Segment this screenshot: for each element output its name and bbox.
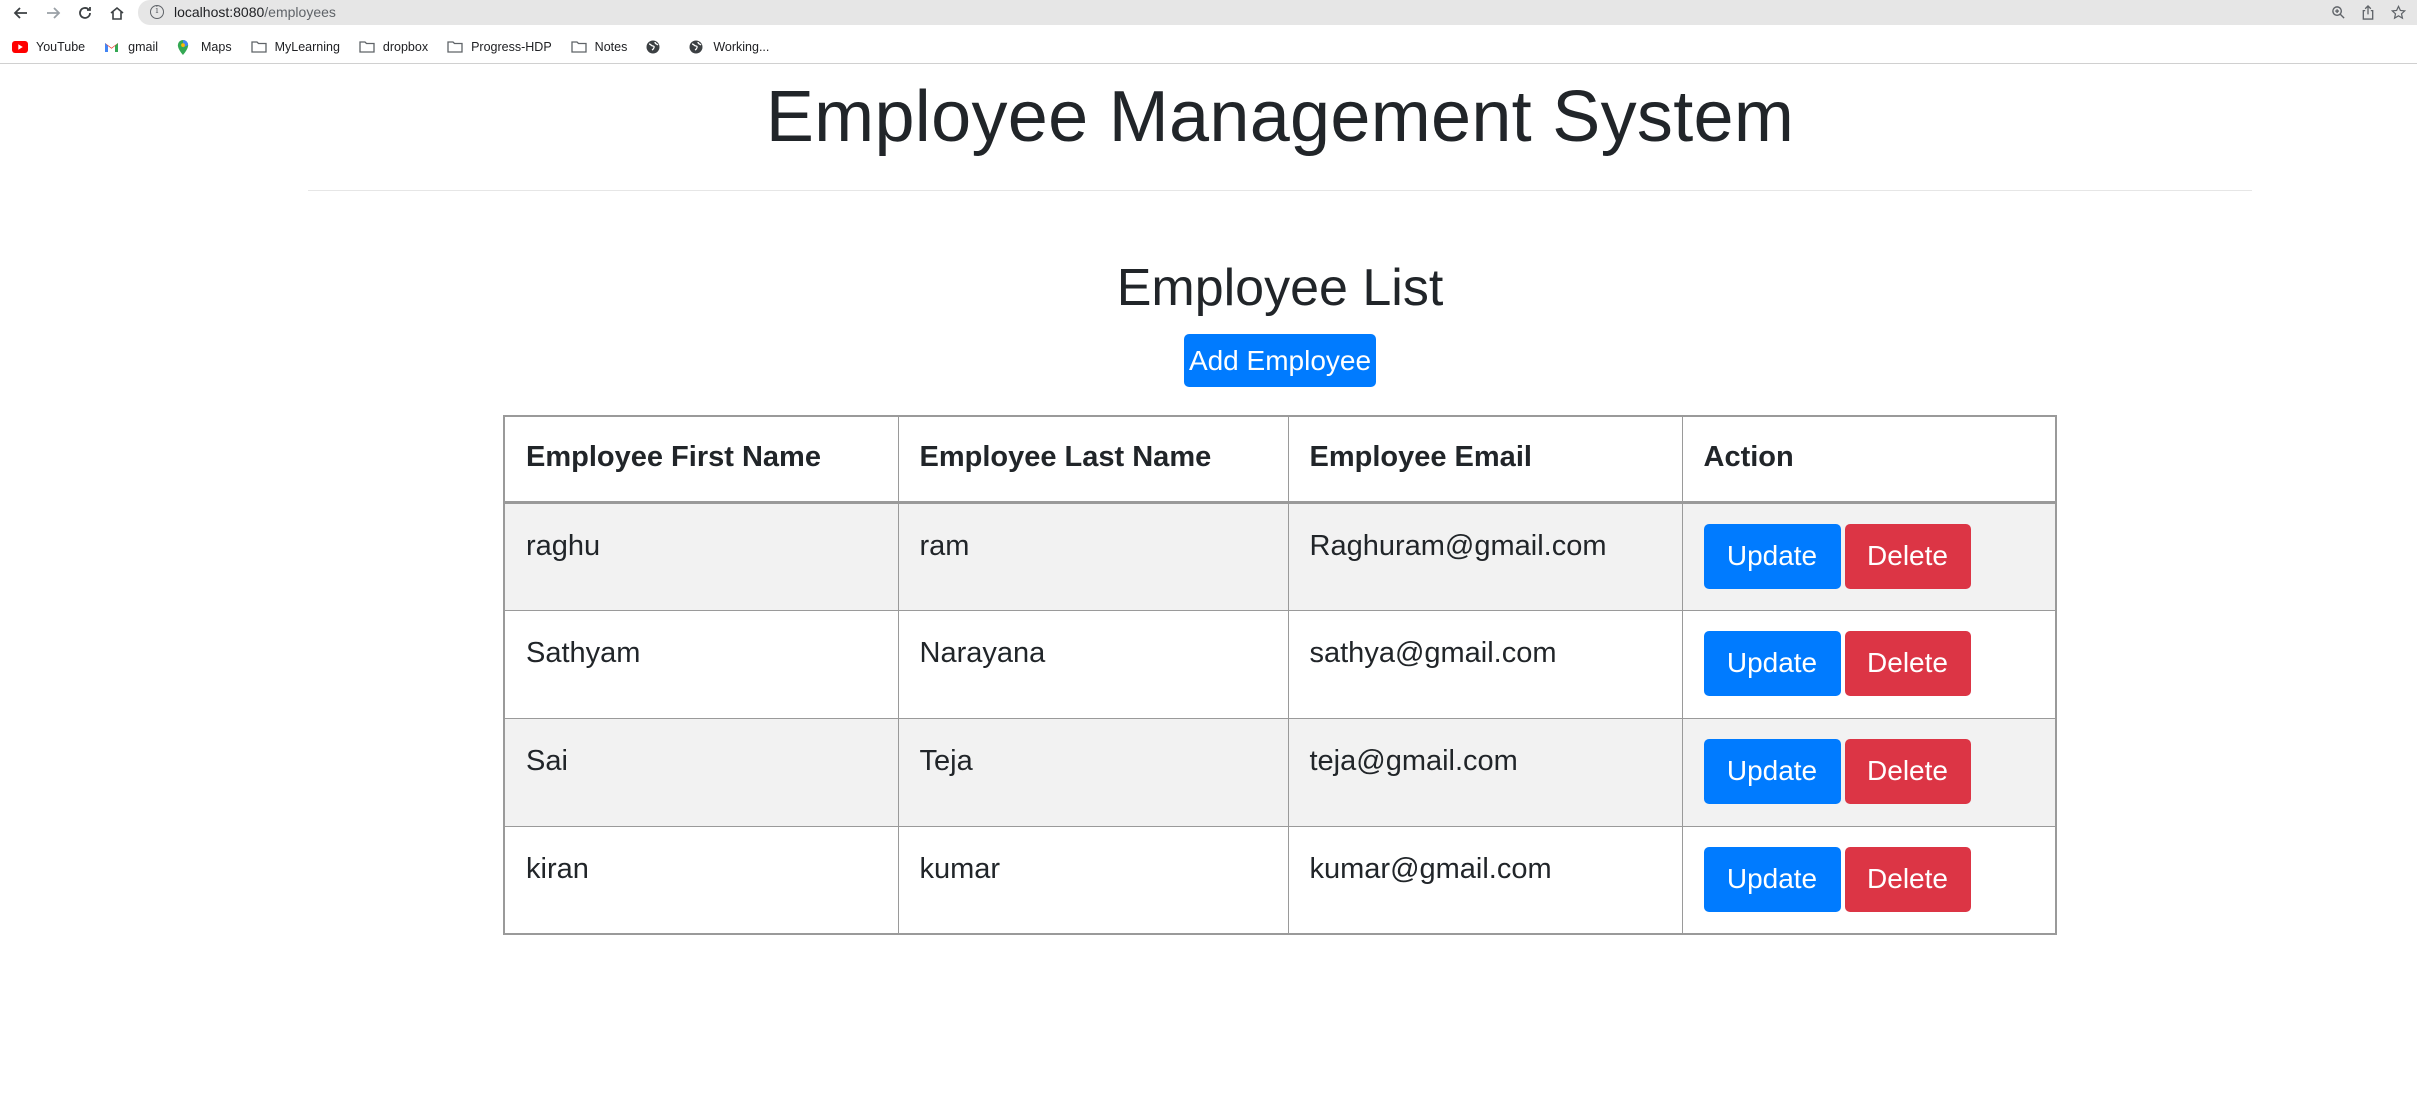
bookmarks-bar: YouTube gmail Maps MyLearning dropbox Pr…: [0, 35, 2417, 59]
bookmark-progress-hdp[interactable]: Progress-HDP: [447, 40, 552, 54]
table-row: Sai Teja teja@gmail.com Update Delete: [503, 717, 2057, 827]
delete-button[interactable]: Delete: [1844, 846, 1971, 912]
column-header-email: Employee Email: [1287, 415, 1683, 504]
reload-icon[interactable]: [74, 2, 96, 24]
last-name-cell: ram: [897, 501, 1289, 611]
update-button[interactable]: Update: [1703, 630, 1841, 696]
globe-icon: [689, 40, 705, 54]
folder-icon: [447, 40, 463, 54]
folder-icon: [359, 40, 375, 54]
update-button[interactable]: Update: [1703, 738, 1841, 804]
bookmark-maps[interactable]: Maps: [177, 40, 232, 55]
bookmark-gmail[interactable]: gmail: [104, 40, 158, 54]
bookmark-working[interactable]: Working...: [689, 40, 769, 54]
table-row: raghu ram Raghuram@gmail.com Update Delet…: [503, 501, 2057, 611]
add-employee-button[interactable]: Add Employee: [1184, 334, 1376, 387]
action-cell: Update Delete: [1681, 609, 2057, 719]
url-text: localhost:8080/employees: [174, 4, 336, 20]
site-info-icon[interactable]: i: [150, 5, 164, 19]
column-header-first-name: Employee First Name: [503, 415, 899, 504]
bookmark-youtube[interactable]: YouTube: [12, 40, 85, 54]
bookmark-dropbox[interactable]: dropbox: [359, 40, 428, 54]
column-header-action: Action: [1681, 415, 2057, 504]
last-name-cell: Teja: [897, 717, 1289, 827]
page-title: Employee Management System: [765, 77, 1795, 157]
last-name-cell: kumar: [897, 825, 1289, 935]
update-button[interactable]: Update: [1703, 846, 1841, 912]
section-title: Employee List: [1116, 259, 1444, 317]
folder-icon: [250, 40, 267, 54]
update-button[interactable]: Update: [1703, 523, 1841, 589]
globe-icon: [646, 40, 662, 54]
table-header-row: Employee First Name Employee Last Name E…: [503, 415, 2057, 504]
first-name-cell: raghu: [503, 501, 899, 611]
table-row: kiran kumar kumar@gmail.com Update Delete: [503, 825, 2057, 935]
column-header-last-name: Employee Last Name: [897, 415, 1289, 504]
email-cell: Raghuram@gmail.com: [1287, 501, 1683, 611]
chrome-divider: [0, 63, 2417, 64]
browser-toolbar: i localhost:8080/employees: [0, 0, 2417, 26]
youtube-icon: [12, 40, 28, 54]
bookmark-globe[interactable]: [646, 40, 670, 54]
bookmark-mylearning[interactable]: MyLearning: [250, 40, 340, 54]
email-cell: teja@gmail.com: [1287, 717, 1683, 827]
gmail-icon: [104, 40, 120, 54]
table-row: Sathyam Narayana sathya@gmail.com Update…: [503, 609, 2057, 719]
employee-table: Employee First Name Employee Last Name E…: [503, 415, 2057, 935]
zoom-icon[interactable]: [2328, 2, 2348, 22]
delete-button[interactable]: Delete: [1844, 523, 1971, 589]
delete-button[interactable]: Delete: [1844, 630, 1971, 696]
address-bar[interactable]: i localhost:8080/employees: [138, 0, 2417, 25]
back-arrow-icon[interactable]: [10, 2, 32, 24]
bookmark-star-icon[interactable]: [2388, 2, 2408, 22]
email-cell: sathya@gmail.com: [1287, 609, 1683, 719]
share-icon[interactable]: [2358, 2, 2378, 22]
first-name-cell: Sathyam: [503, 609, 899, 719]
forward-arrow-icon[interactable]: [42, 2, 64, 24]
action-cell: Update Delete: [1681, 825, 2057, 935]
action-cell: Update Delete: [1681, 501, 2057, 611]
email-cell: kumar@gmail.com: [1287, 825, 1683, 935]
first-name-cell: Sai: [503, 717, 899, 827]
title-divider: [308, 190, 2252, 191]
first-name-cell: kiran: [503, 825, 899, 935]
maps-pin-icon: [177, 40, 193, 55]
home-icon[interactable]: [106, 2, 128, 24]
action-cell: Update Delete: [1681, 717, 2057, 827]
bookmark-notes[interactable]: Notes: [571, 40, 627, 54]
last-name-cell: Narayana: [897, 609, 1289, 719]
folder-icon: [571, 40, 587, 54]
delete-button[interactable]: Delete: [1844, 738, 1971, 804]
